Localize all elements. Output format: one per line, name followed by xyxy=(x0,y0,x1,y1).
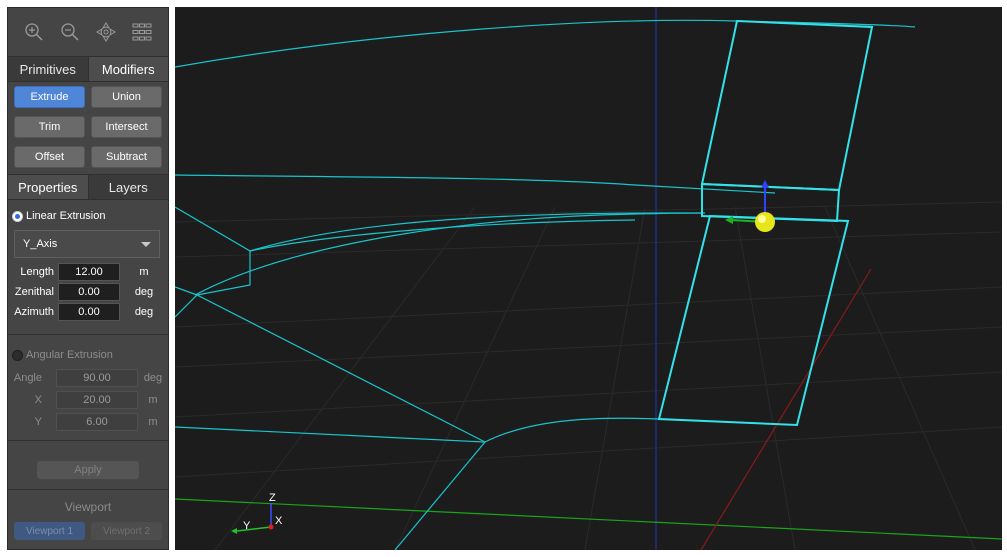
chevron-down-icon xyxy=(141,241,151,247)
divider xyxy=(8,440,168,441)
axis-select-value: Y_Axis xyxy=(23,238,58,250)
side-panel: Primitives Modifiers Extrude Union Trim … xyxy=(7,7,169,550)
divider xyxy=(8,334,168,335)
y-row: Y 6.00 m xyxy=(8,412,168,432)
zenithal-input[interactable]: 0.00 xyxy=(58,283,120,301)
length-row: Length 12.00 m xyxy=(8,262,168,282)
offset-button[interactable]: Offset xyxy=(14,146,85,168)
zoom-in-icon[interactable] xyxy=(21,19,47,45)
fit-view-icon[interactable] xyxy=(93,19,119,45)
azimuth-unit: deg xyxy=(134,306,154,318)
radio-unchecked-icon[interactable] xyxy=(12,349,23,361)
angular-extrusion-option[interactable]: Angular Extrusion xyxy=(8,345,168,365)
axis-triad: Z Y X xyxy=(231,492,283,534)
angular-extrusion-label: Angular Extrusion xyxy=(26,349,113,361)
3d-viewport[interactable]: Z Y X xyxy=(175,7,1002,550)
azimuth-label: Azimuth xyxy=(14,306,54,318)
zenithal-unit: deg xyxy=(134,286,154,298)
zenithal-row: Zenithal 0.00 deg xyxy=(8,282,168,302)
zoom-out-icon[interactable] xyxy=(57,19,83,45)
x-input[interactable]: 20.00 xyxy=(56,391,138,409)
subtract-button[interactable]: Subtract xyxy=(91,146,162,168)
y-unit: m xyxy=(148,416,158,428)
radio-checked-icon[interactable] xyxy=(12,210,23,222)
y-axis-line xyxy=(175,498,1002,540)
viewport-buttons: Viewport 1 Viewport 2 xyxy=(8,522,168,540)
ground-grid xyxy=(175,201,1002,550)
y-axis-label: Y xyxy=(243,520,251,532)
length-unit: m xyxy=(139,266,149,278)
x-label: X xyxy=(34,394,42,406)
apply-button[interactable]: Apply xyxy=(37,461,139,479)
linear-extrusion-label: Linear Extrusion xyxy=(26,210,106,222)
x-row: X 20.00 m xyxy=(8,390,168,410)
modifier-buttons: Extrude Union Trim Intersect Offset Subt… xyxy=(8,82,168,174)
viewport-section-title: Viewport xyxy=(64,500,112,514)
transform-gizmo[interactable] xyxy=(725,180,775,232)
trim-button[interactable]: Trim xyxy=(14,116,85,138)
viewport-canvas[interactable]: Z Y X xyxy=(175,7,1002,550)
angle-input[interactable]: 90.00 xyxy=(56,369,138,387)
tab-properties[interactable]: Properties xyxy=(8,175,88,199)
zenithal-label: Zenithal xyxy=(14,286,54,298)
axis-select[interactable]: Y_Axis xyxy=(14,230,160,258)
length-input[interactable]: 12.00 xyxy=(58,263,120,281)
tab-layers[interactable]: Layers xyxy=(87,175,168,199)
viewport-2-button[interactable]: Viewport 2 xyxy=(91,522,162,540)
angle-row: Angle 90.00 deg xyxy=(8,368,168,388)
lower-tabs: Properties Layers xyxy=(8,174,168,200)
angle-label: Angle xyxy=(13,372,42,384)
tab-primitives[interactable]: Primitives xyxy=(8,57,88,81)
viewport-1-button[interactable]: Viewport 1 xyxy=(14,522,85,540)
azimuth-row: Azimuth 0.00 deg xyxy=(8,302,168,322)
union-button[interactable]: Union xyxy=(91,86,162,108)
tab-modifiers[interactable]: Modifiers xyxy=(87,57,168,81)
view-toolbar xyxy=(8,8,168,56)
grid-view-icon[interactable] xyxy=(129,19,155,45)
angle-unit: deg xyxy=(143,372,163,384)
intersect-button[interactable]: Intersect xyxy=(91,116,162,138)
z-axis-label: Z xyxy=(269,492,276,504)
x-axis-line xyxy=(700,268,872,550)
azimuth-input[interactable]: 0.00 xyxy=(58,303,120,321)
y-input[interactable]: 6.00 xyxy=(56,413,138,431)
x-axis-label: X xyxy=(275,515,283,527)
top-tabs: Primitives Modifiers xyxy=(8,56,168,82)
x-unit: m xyxy=(148,394,158,406)
length-label: Length xyxy=(20,266,54,278)
linear-extrusion-option[interactable]: Linear Extrusion xyxy=(8,206,168,226)
extrude-button[interactable]: Extrude xyxy=(14,86,85,108)
y-label: Y xyxy=(34,416,42,428)
